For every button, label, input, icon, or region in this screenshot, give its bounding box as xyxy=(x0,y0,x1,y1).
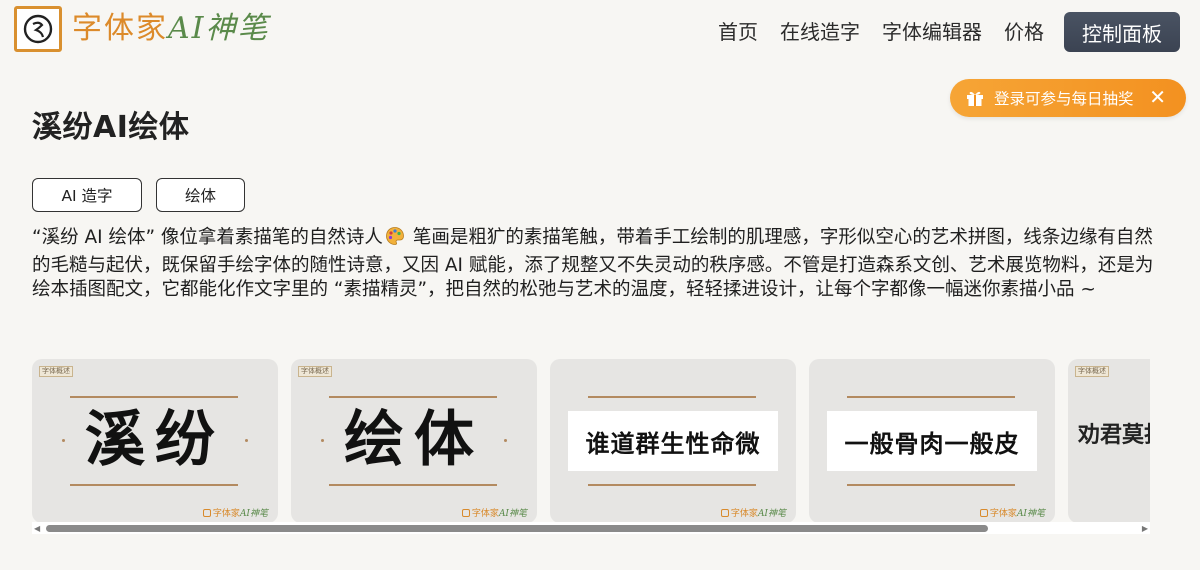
card-brand: 字体家AI神笔 xyxy=(720,506,786,519)
tag-list: AI 造字 绘体 xyxy=(32,178,259,212)
brand-mark-icon xyxy=(202,509,211,517)
logo-text: 字体家AI神笔 xyxy=(72,6,270,52)
card-brand: 字体家AI神笔 xyxy=(979,506,1045,519)
dashboard-button[interactable]: 控制面板 xyxy=(1064,12,1180,52)
card-brand-primary: 字体家 xyxy=(212,509,240,519)
card-brand-secondary: AI神笔 xyxy=(1016,509,1045,519)
brand-mark-icon xyxy=(720,509,729,517)
tag-ai-create[interactable]: AI 造字 xyxy=(32,178,142,212)
card-sample-text: 绘体 xyxy=(344,405,484,475)
sample-card[interactable]: 谁道群生性命微 字体家AI神笔 xyxy=(550,359,796,523)
nav-home[interactable]: 首页 xyxy=(718,10,758,54)
card-rule xyxy=(588,396,756,398)
brand-mark-icon xyxy=(461,509,470,517)
card-brand: 字体家AI神笔 xyxy=(461,506,527,519)
palette-icon xyxy=(385,226,405,254)
sample-card[interactable]: 字体概述 绘体 字体家AI神笔 xyxy=(291,359,537,523)
nav-pricing[interactable]: 价格 xyxy=(1004,10,1044,54)
card-rule xyxy=(847,484,1015,486)
top-nav: 首页 在线造字 字体编辑器 价格 控制面板 xyxy=(718,10,1180,54)
logo-text-primary: 字体家 xyxy=(72,11,168,46)
card-rule xyxy=(70,484,238,486)
nav-online-create[interactable]: 在线造字 xyxy=(780,10,860,54)
promo-label: 登录可参与每日抽奖 xyxy=(994,90,1134,108)
card-tag: 字体概述 xyxy=(298,366,332,377)
description-part-1: “溪纷 AI 绘体” 像位拿着素描笔的自然诗人 xyxy=(32,227,383,248)
sample-gallery: 字体概述 溪纷 字体家AI神笔 字体概述 绘体 字体家AI神笔 谁道群生性命微 … xyxy=(32,359,1150,534)
scrollbar-thumb[interactable] xyxy=(46,525,988,532)
card-brand-secondary: AI神笔 xyxy=(757,509,786,519)
card-brand-secondary: AI神笔 xyxy=(498,509,527,519)
card-rule xyxy=(70,396,238,398)
gift-icon xyxy=(964,87,986,109)
close-icon[interactable]: ✕ xyxy=(1149,85,1166,109)
header: 字体家AI神笔 首页 在线造字 字体编辑器 价格 控制面板 xyxy=(0,0,1200,66)
sample-card[interactable]: 一般骨肉一般皮 字体家AI神笔 xyxy=(809,359,1055,523)
page-title: 溪纷AI绘体 xyxy=(32,110,190,145)
card-tag: 字体概述 xyxy=(39,366,73,377)
gallery-scrollbar[interactable]: ◀ ▶ xyxy=(32,522,1150,534)
scroll-right-icon[interactable]: ▶ xyxy=(1142,524,1148,533)
sample-card[interactable]: 字体概述 溪纷 字体家AI神笔 xyxy=(32,359,278,523)
nav-font-editor[interactable]: 字体编辑器 xyxy=(882,10,982,54)
logo-text-secondary: AI神笔 xyxy=(168,11,270,46)
sample-card[interactable]: 字体概述 劝君莫打 xyxy=(1068,359,1150,523)
logo-mark-icon xyxy=(14,6,62,52)
brand-mark-icon xyxy=(979,509,988,517)
card-dot xyxy=(245,439,248,442)
scroll-left-icon[interactable]: ◀ xyxy=(34,524,40,533)
promo-banner[interactable]: 登录可参与每日抽奖 ✕ xyxy=(950,79,1186,117)
card-sample-text: 溪纷 xyxy=(85,405,225,475)
card-rule xyxy=(847,396,1015,398)
card-rule xyxy=(329,484,497,486)
card-dot xyxy=(504,439,507,442)
card-rule xyxy=(588,484,756,486)
card-brand-primary: 字体家 xyxy=(730,509,758,519)
card-sample-text: 一般骨肉一般皮 xyxy=(844,429,1020,458)
card-brand-primary: 字体家 xyxy=(989,509,1017,519)
card-tag: 字体概述 xyxy=(1075,366,1109,377)
card-sample-text: 谁道群生性命微 xyxy=(585,429,761,458)
logo[interactable]: 字体家AI神笔 xyxy=(14,6,270,52)
font-description: “溪纷 AI 绘体” 像位拿着素描笔的自然诗人 笔画是粗犷的素描笔触，带着手工绘… xyxy=(32,226,1160,303)
tag-painted[interactable]: 绘体 xyxy=(156,178,245,212)
card-sample-text: 劝君莫打 xyxy=(1078,423,1150,448)
card-brand-secondary: AI神笔 xyxy=(239,509,268,519)
card-brand: 字体家AI神笔 xyxy=(202,506,268,519)
card-rule xyxy=(329,396,497,398)
card-brand-primary: 字体家 xyxy=(471,509,499,519)
